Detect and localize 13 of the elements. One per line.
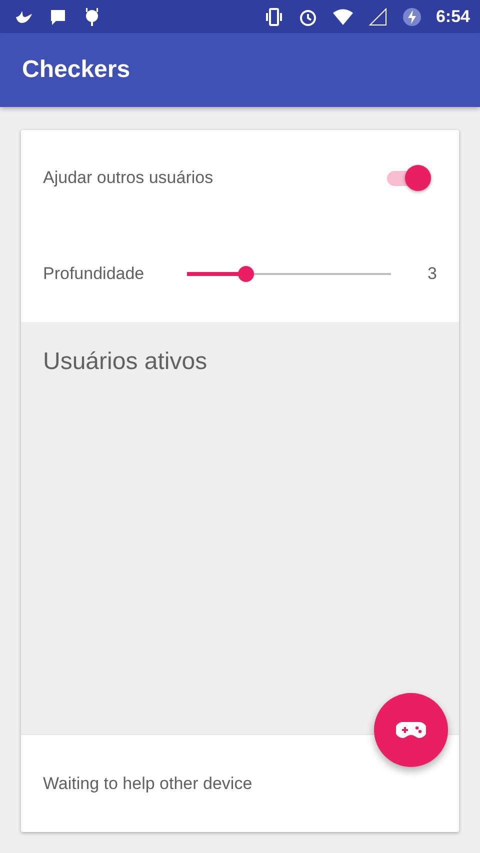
clock-time: 6:54: [436, 6, 470, 26]
toggle-switch[interactable]: [385, 163, 433, 193]
gamepad-icon: [396, 721, 426, 739]
wifi-icon: [332, 6, 354, 26]
status-text: Waiting to help other device: [43, 774, 252, 794]
vibrate-icon: [264, 6, 284, 26]
app-title: Checkers: [22, 56, 130, 84]
section-title: Usuários ativos: [43, 348, 208, 376]
slider-value: 3: [428, 264, 437, 284]
signal-icon: [368, 6, 388, 26]
setting-label: Ajudar outros usuários: [43, 168, 214, 188]
setting-label: Profundidade: [43, 264, 144, 284]
battery-charging-icon: [402, 6, 422, 26]
